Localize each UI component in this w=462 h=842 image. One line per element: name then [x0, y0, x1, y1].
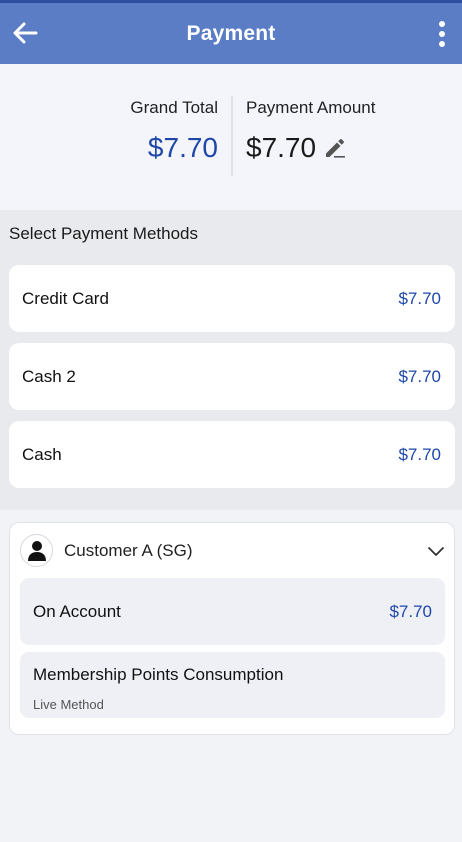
customer-name: Customer A (SG): [64, 541, 193, 560]
app-bar: Payment: [0, 0, 462, 64]
payment-method-membership-points[interactable]: Membership Points Consumption Live Metho…: [20, 652, 445, 718]
back-button[interactable]: [10, 15, 40, 51]
pencil-icon: [326, 139, 346, 158]
expand-customer-button[interactable]: [426, 541, 446, 561]
on-account-amount: $7.70: [389, 601, 432, 621]
payment-method-name: Cash 2: [22, 366, 76, 386]
payment-amount-block: Payment Amount $7.70: [246, 98, 375, 164]
payment-method-name: Credit Card: [22, 288, 109, 308]
customer-card: Customer A (SG) On Account $7.70 Members…: [9, 522, 455, 735]
avatar: [20, 534, 53, 567]
payment-method-credit-card[interactable]: Credit Card $7.70: [9, 265, 455, 332]
page-title: Payment: [186, 21, 276, 45]
grand-total-label: Grand Total: [130, 98, 218, 117]
more-options-button[interactable]: [432, 17, 452, 51]
payment-method-on-account[interactable]: On Account $7.70: [20, 578, 445, 645]
more-vertical-icon: [439, 21, 445, 47]
arrow-left-icon: [13, 22, 38, 44]
membership-points-label: Membership Points Consumption: [33, 665, 284, 684]
on-account-label: On Account: [33, 601, 121, 621]
grand-total-value: $7.70: [147, 132, 218, 163]
payment-methods-heading: Select Payment Methods: [9, 224, 198, 243]
payment-method-cash[interactable]: Cash $7.70: [9, 421, 455, 488]
summary-divider: [231, 96, 233, 176]
payment-amount-value: $7.70: [246, 132, 317, 163]
membership-points-subtitle: Live Method: [33, 697, 104, 712]
payment-method-amount: $7.70: [398, 444, 441, 464]
customer-header[interactable]: Customer A (SG): [10, 523, 454, 577]
edit-amount-button[interactable]: [322, 135, 348, 161]
payment-method-name: Cash: [22, 444, 62, 464]
payment-method-amount: $7.70: [398, 288, 441, 308]
payment-amount-label: Payment Amount: [246, 98, 376, 117]
payment-summary: Grand Total $7.70 Payment Amount $7.70: [0, 64, 462, 210]
user-icon: [27, 540, 46, 561]
chevron-down-icon: [428, 547, 444, 556]
payment-method-cash-2[interactable]: Cash 2 $7.70: [9, 343, 455, 410]
payment-method-amount: $7.70: [398, 366, 441, 386]
grand-total-block: Grand Total $7.70: [130, 98, 218, 164]
